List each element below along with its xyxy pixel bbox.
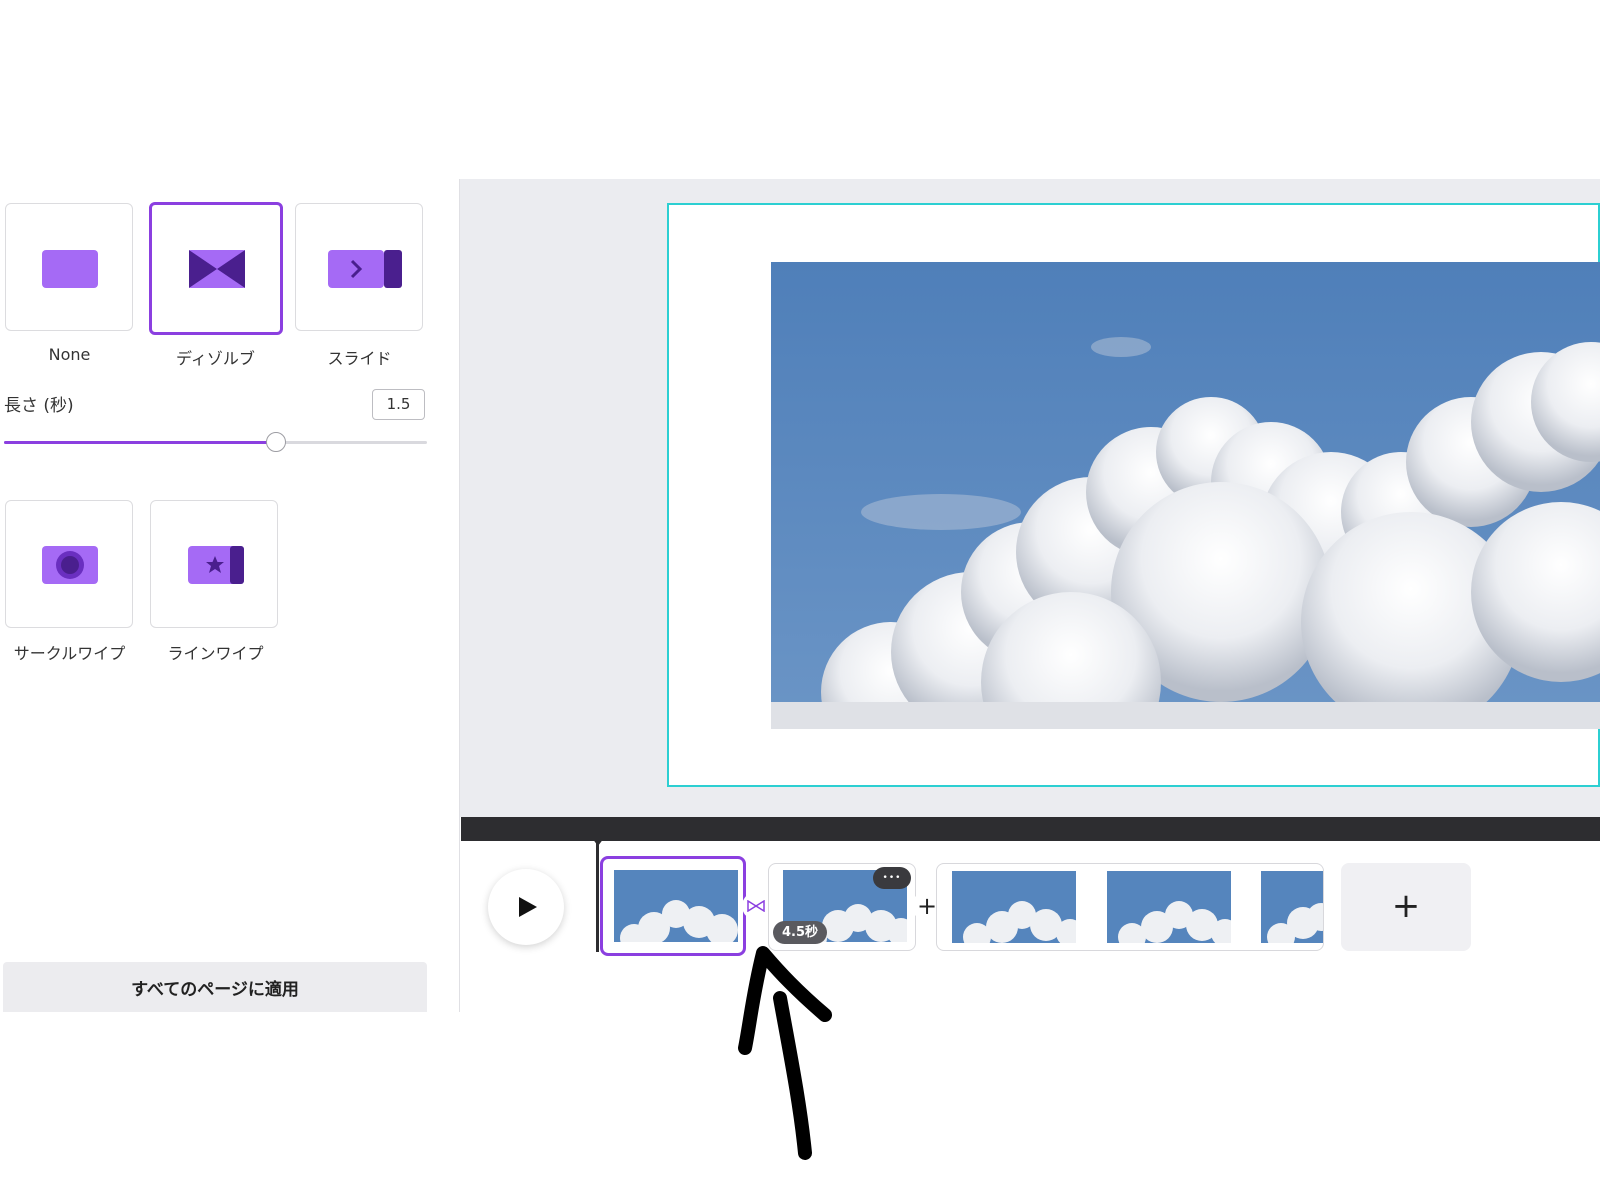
play-icon: [519, 897, 537, 917]
dissolve-transition-icon: [189, 250, 245, 288]
duration-slider-fill: [4, 441, 276, 444]
plus-icon: +: [1391, 886, 1421, 926]
transition-none-label: None: [48, 345, 91, 364]
none-transition-icon: [42, 250, 98, 288]
apply-all-pages-button[interactable]: すべてのページに適用: [3, 962, 427, 1012]
timeline-clip-1[interactable]: [600, 856, 746, 956]
transition-icon: [747, 900, 765, 912]
slide-transition-icon: [328, 250, 402, 288]
timeline-clip-3[interactable]: [936, 863, 1324, 951]
transition-dissolve-label: ディゾルブ: [176, 349, 255, 368]
cloud-image: [771, 262, 1600, 729]
duration-input[interactable]: 1.5: [372, 389, 425, 420]
transition-none-card[interactable]: [5, 203, 133, 331]
annotation-arrow: [738, 946, 832, 1160]
duration-slider-thumb[interactable]: [266, 432, 286, 452]
panel-divider: [459, 179, 460, 1012]
clip-duration-badge: 4.5秒: [773, 921, 828, 944]
transition-button[interactable]: [742, 892, 770, 920]
clip-1-thumbnail: [614, 870, 738, 942]
circle-wipe-transition-icon: [42, 546, 98, 584]
transition-circle-wipe-card[interactable]: [5, 500, 133, 628]
duration-label: 長さ (秒): [4, 396, 74, 416]
transition-slide-card[interactable]: [295, 203, 423, 331]
sky-cloud-photo[interactable]: [771, 262, 1600, 729]
clip-3-thumbnail-c: [1261, 871, 1323, 943]
timeline-scrubber[interactable]: [461, 817, 1600, 841]
clip-3-thumbnail-b: [1107, 871, 1231, 943]
playhead-line[interactable]: [596, 840, 599, 952]
transition-circle-wipe-label: サークルワイプ: [13, 644, 126, 663]
clip-more-button[interactable]: •••: [873, 867, 911, 889]
play-button[interactable]: [488, 869, 564, 945]
add-page-button[interactable]: +: [1341, 863, 1471, 951]
transition-line-wipe-label: ラインワイプ: [167, 644, 264, 663]
transition-line-wipe-card[interactable]: [150, 500, 278, 628]
clip-3-thumbnail-a: [952, 871, 1076, 943]
transition-slide-label: スライド: [327, 349, 392, 368]
more-icon: •••: [882, 873, 902, 883]
line-wipe-transition-icon: [188, 546, 244, 584]
transition-dissolve-card[interactable]: [149, 202, 283, 335]
